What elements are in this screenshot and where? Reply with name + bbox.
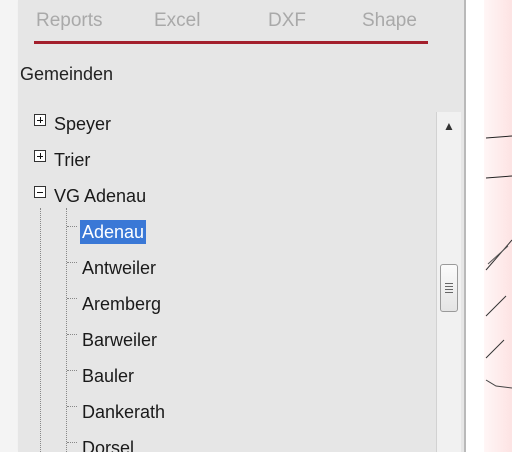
tree-node-speyer[interactable]: Speyer	[54, 112, 111, 136]
tree-node-vg-adenau[interactable]: VG Adenau	[54, 184, 146, 208]
tree-child-aremberg[interactable]: Aremberg	[82, 292, 161, 316]
tree-connector-line	[40, 208, 41, 452]
municipality-tree: Speyer Trier VG Adenau Adenau Antweiler …	[18, 108, 438, 452]
tree-scrollbar[interactable]: ▲	[436, 112, 461, 452]
tab-underline	[34, 41, 428, 44]
tree-child-dorsel[interactable]: Dorsel	[82, 436, 134, 452]
map-lines	[485, 135, 512, 389]
tree-branch-line	[67, 442, 77, 443]
tab-excel[interactable]: Excel	[154, 10, 200, 32]
window-left-edge	[0, 0, 19, 452]
tab-shape[interactable]: Shape	[362, 10, 417, 32]
tree-branch-line	[67, 262, 77, 263]
tree-branch-line	[67, 406, 77, 407]
triangle-up-icon: ▲	[443, 119, 455, 133]
tree-child-bauler[interactable]: Bauler	[82, 364, 134, 388]
gemeinden-panel: Reports Excel DXF Shape Gemeinden Speyer…	[18, 0, 466, 452]
tab-dxf[interactable]: DXF	[268, 10, 306, 32]
tree-child-adenau[interactable]: Adenau	[80, 220, 147, 244]
scroll-up-button[interactable]: ▲	[437, 112, 461, 140]
tab-reports[interactable]: Reports	[36, 10, 103, 32]
scroll-thumb[interactable]	[440, 264, 458, 312]
tree-child-barweiler[interactable]: Barweiler	[82, 328, 157, 352]
tree-node-trier[interactable]: Trier	[54, 148, 90, 172]
minus-box-icon[interactable]	[34, 186, 46, 198]
children-connector-line	[66, 208, 67, 452]
tree-branch-line	[67, 334, 77, 335]
tree-branch-line	[67, 298, 77, 299]
tree-branch-line	[67, 226, 77, 227]
plus-box-icon[interactable]	[34, 114, 46, 126]
tree-child-dankerath[interactable]: Dankerath	[82, 400, 165, 424]
map-view[interactable]	[466, 0, 512, 452]
grip-icon	[445, 282, 453, 294]
tree-branch-line	[67, 370, 77, 371]
section-title: Gemeinden	[20, 64, 114, 84]
tree-child-antweiler[interactable]: Antweiler	[82, 256, 156, 280]
plus-box-icon[interactable]	[34, 150, 46, 162]
tab-bar: Reports Excel DXF Shape	[18, 0, 464, 44]
